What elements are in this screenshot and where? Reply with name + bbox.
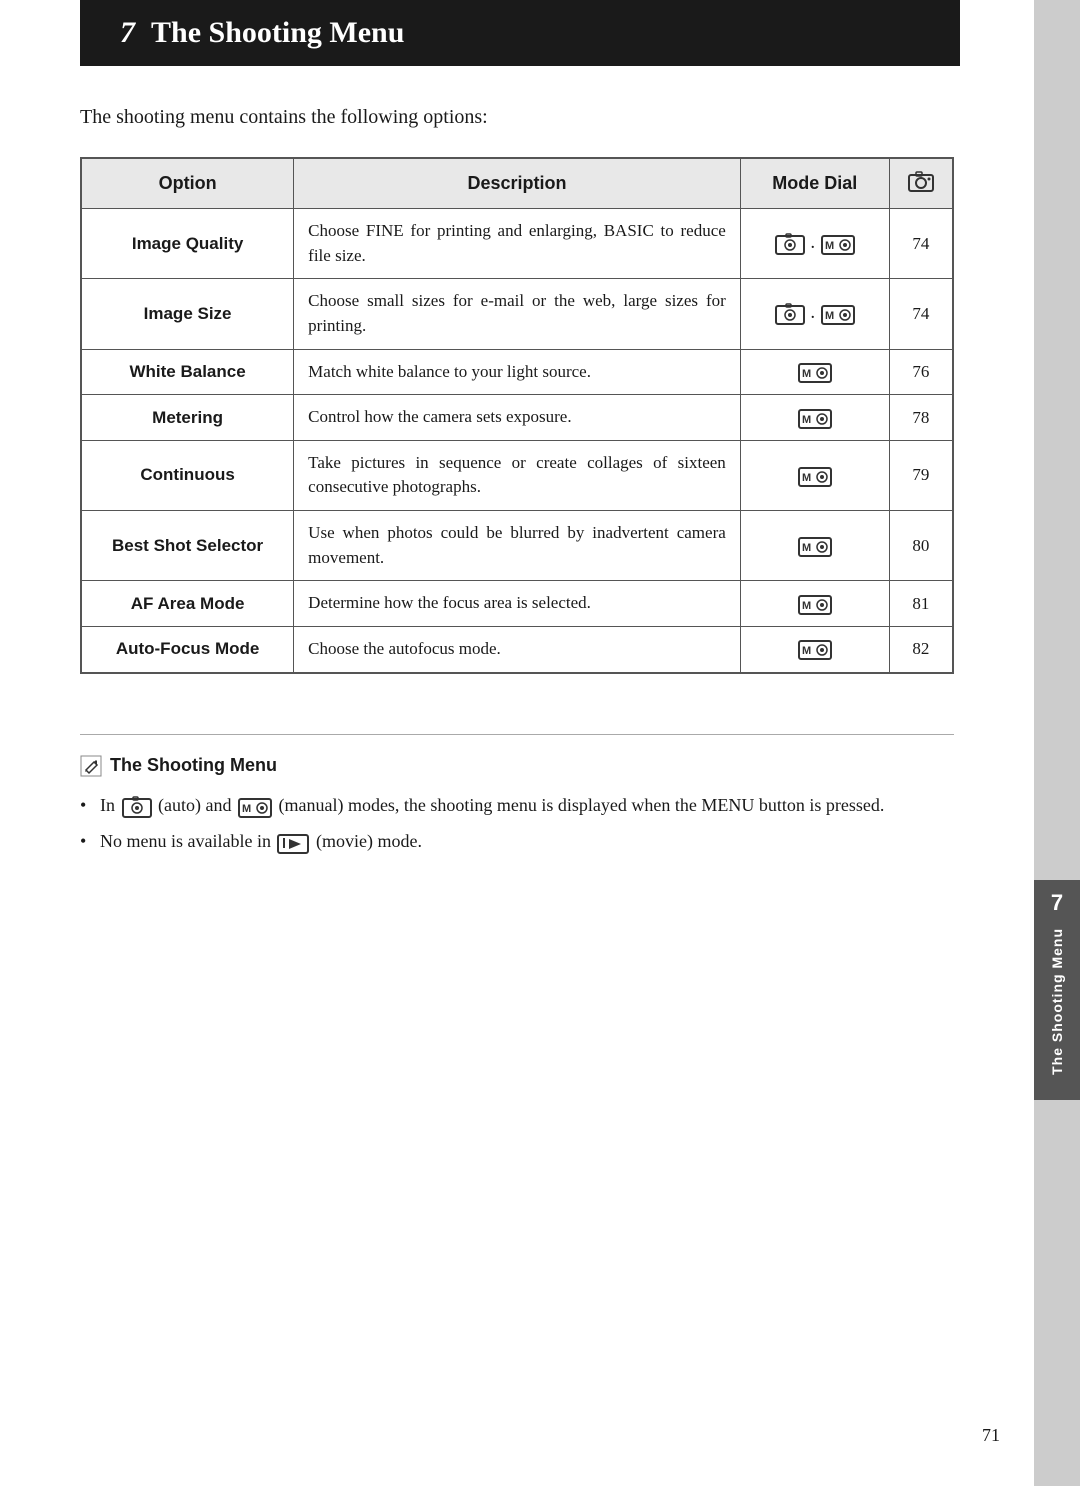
camera-header-icon <box>907 169 935 193</box>
option-name-cell: Auto-Focus Mode <box>81 627 294 673</box>
col-header-mode: Mode Dial <box>740 158 889 209</box>
description-cell: Control how the camera sets exposure. <box>294 395 741 441</box>
mode-icons-cell: M <box>740 581 889 627</box>
mode-icons-cell: M <box>740 395 889 441</box>
option-name-cell: AF Area Mode <box>81 581 294 627</box>
table-row: AF Area ModeDetermine how the focus area… <box>81 581 953 627</box>
page-ref-cell: 74 <box>889 209 953 279</box>
table-row: Best Shot SelectorUse when photos could … <box>81 511 953 581</box>
description-cell: Choose the autofocus mode. <box>294 627 741 673</box>
chapter-header: 7 The Shooting Menu <box>80 0 960 66</box>
svg-text:M: M <box>802 414 811 426</box>
description-cell: Take pictures in sequence or create coll… <box>294 440 741 510</box>
table-row: White BalanceMatch white balance to your… <box>81 349 953 395</box>
table-row: MeteringControl how the camera sets expo… <box>81 395 953 441</box>
page-ref-cell: 78 <box>889 395 953 441</box>
manual-cam-icon: M <box>798 361 832 383</box>
svg-text:M: M <box>825 240 834 252</box>
description-cell: Determine how the focus area is selected… <box>294 581 741 627</box>
manual-cam-icon: M <box>798 407 832 429</box>
mode-icons-cell: M <box>740 511 889 581</box>
options-table: Option Description Mode Dial I <box>80 157 954 674</box>
note-list: In (auto) and M <box>80 791 954 857</box>
auto-cam-icon <box>775 233 805 255</box>
svg-text:M: M <box>242 803 251 815</box>
col-header-option: Option <box>81 158 294 209</box>
option-name-cell: Image Size <box>81 279 294 349</box>
manual-cam-icon: M <box>798 535 832 557</box>
description-cell: Choose small sizes for e-mail or the web… <box>294 279 741 349</box>
mode-icons-cell: . M <box>740 279 889 349</box>
description-cell: Match white balance to your light source… <box>294 349 741 395</box>
auto-mode-icon <box>122 796 152 818</box>
svg-text:M: M <box>802 542 811 554</box>
svg-text:M: M <box>802 600 811 612</box>
side-tab-background <box>1034 0 1080 1486</box>
main-content: The shooting menu contains the following… <box>0 66 1034 924</box>
mode-icons-cell: M <box>740 349 889 395</box>
table-row: Auto-Focus ModeChoose the autofocus mode… <box>81 627 953 673</box>
mode-dot: . <box>811 237 815 252</box>
page-ref-cell: 79 <box>889 440 953 510</box>
description-cell: Choose FINE for printing and enlarging, … <box>294 209 741 279</box>
chapter-number: 7 <box>120 16 135 50</box>
pencil-icon <box>80 755 102 777</box>
col-header-page <box>889 158 953 209</box>
option-name-cell: Continuous <box>81 440 294 510</box>
chapter-title: The Shooting Menu <box>151 16 404 50</box>
side-tab-number: 7 <box>1051 890 1063 916</box>
svg-text:M: M <box>825 310 834 322</box>
svg-text:M: M <box>802 368 811 380</box>
col-header-description: Description <box>294 158 741 209</box>
page-ref-cell: 76 <box>889 349 953 395</box>
movie-mode-icon <box>277 832 309 854</box>
note-title-row: The Shooting Menu <box>80 755 954 777</box>
mode-icons-cell: . M <box>740 209 889 279</box>
manual-cam-icon: M <box>821 303 855 325</box>
manual-cam-icon: M <box>821 233 855 255</box>
manual-cam-icon: M <box>798 638 832 660</box>
page-ref-cell: 74 <box>889 279 953 349</box>
table-row: ContinuousTake pictures in sequence or c… <box>81 440 953 510</box>
page-container: 7 The Shooting Menu 7 The Shooting Menu … <box>0 0 1080 1486</box>
note-title-text: The Shooting Menu <box>110 755 277 776</box>
option-name-cell: Best Shot Selector <box>81 511 294 581</box>
svg-text:M: M <box>802 645 811 657</box>
page-ref-cell: 81 <box>889 581 953 627</box>
mode-dot: . <box>811 307 815 322</box>
manual-cam-icon: M <box>798 465 832 487</box>
page-ref-cell: 82 <box>889 627 953 673</box>
intro-text: The shooting menu contains the following… <box>80 106 954 129</box>
option-name-cell: Metering <box>81 395 294 441</box>
manual-cam-icon: M <box>798 593 832 615</box>
option-name-cell: Image Quality <box>81 209 294 279</box>
note-item-2: No menu is available in (movie) mode. <box>80 827 954 856</box>
svg-text:M: M <box>802 472 811 484</box>
note-item-1: In (auto) and M <box>80 791 954 820</box>
auto-cam-icon <box>775 303 805 325</box>
description-cell: Use when photos could be blurred by inad… <box>294 511 741 581</box>
table-row: Image SizeChoose small sizes for e-mail … <box>81 279 953 349</box>
manual-mode-icon-note: M <box>238 796 272 818</box>
mode-icons-cell: M <box>740 440 889 510</box>
option-name-cell: White Balance <box>81 349 294 395</box>
side-tab-label: The Shooting Menu <box>1049 928 1065 1075</box>
page-ref-cell: 80 <box>889 511 953 581</box>
mode-icons-cell: M <box>740 627 889 673</box>
page-footer: 71 <box>982 1425 1000 1446</box>
table-row: Image QualityChoose FINE for printing an… <box>81 209 953 279</box>
note-section: The Shooting Menu In (auto) and <box>80 734 954 857</box>
side-tab-section: 7 The Shooting Menu <box>1034 880 1080 1100</box>
